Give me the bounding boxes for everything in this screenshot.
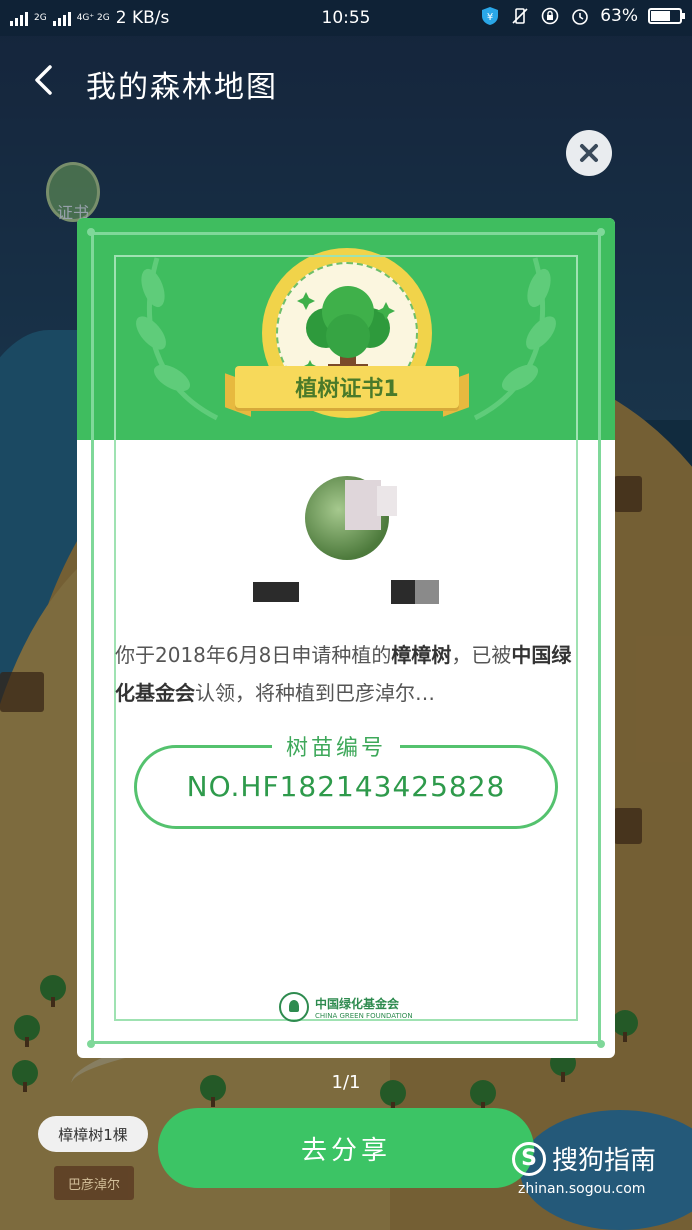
foundation-text: 中国绿化基金会 CHINA GREEN FOUNDATION bbox=[315, 995, 413, 1020]
foundation-name-cn: 中国绿化基金会 bbox=[315, 996, 400, 1011]
lock-rotation-icon bbox=[541, 7, 559, 25]
description-mid: ，已被 bbox=[451, 643, 512, 667]
watermark-cn-row: S 搜狗指南 bbox=[512, 1140, 656, 1177]
tree-name: 樟樟树 bbox=[391, 643, 452, 667]
avatar-pixelated-area bbox=[377, 486, 397, 516]
close-icon bbox=[580, 144, 598, 162]
svg-text:¥: ¥ bbox=[487, 12, 493, 23]
watermark-en: zhinan.sogou.com bbox=[518, 1181, 646, 1197]
close-button[interactable] bbox=[566, 130, 612, 176]
page-indicator: 1/1 bbox=[331, 1072, 361, 1093]
username-redacted bbox=[253, 582, 299, 602]
vibrate-off-icon bbox=[512, 8, 528, 24]
username-redacted bbox=[391, 580, 415, 604]
status-right: ¥ 63% bbox=[480, 6, 685, 26]
sogou-logo-icon: S bbox=[512, 1141, 546, 1176]
serial-number-label: 树苗编号 bbox=[272, 730, 401, 762]
certificate-side-button[interactable]: 证书 bbox=[46, 162, 100, 222]
avatar-pixelated-area bbox=[345, 480, 381, 530]
status-bar: 2G 4G⁺ 2G 2 KB/s 10:55 ¥ 63% bbox=[0, 0, 692, 36]
foundation-logo: 中国绿化基金会 CHINA GREEN FOUNDATION bbox=[279, 992, 413, 1022]
back-arrow-icon[interactable] bbox=[28, 62, 64, 98]
frame-corner-dot bbox=[87, 1040, 95, 1048]
frame-corner-dot bbox=[87, 228, 95, 236]
description-prefix: 你于2018年6月8日申请种植的 bbox=[115, 643, 392, 667]
shield-icon: ¥ bbox=[482, 7, 499, 25]
location-signpost: 巴彦淖尔 bbox=[54, 1166, 134, 1200]
page-title: 我的森林地图 bbox=[86, 70, 278, 105]
tree-count-tag[interactable]: 樟樟树1棵 bbox=[38, 1116, 148, 1152]
battery-percent: 63% bbox=[600, 6, 638, 26]
foundation-emblem-icon bbox=[279, 992, 309, 1022]
description-suffix: 认领，将种植到巴彦淖尔… bbox=[195, 681, 435, 705]
frame-corner-dot bbox=[597, 1040, 605, 1048]
watermark-cn: 搜狗指南 bbox=[552, 1146, 657, 1176]
alarm-icon bbox=[572, 9, 589, 25]
frame-corner-dot bbox=[597, 228, 605, 236]
serial-number-value: NO.HF182143425828 bbox=[186, 770, 506, 803]
username-redacted bbox=[415, 580, 439, 604]
battery-icon bbox=[648, 8, 685, 24]
certificate-description: 你于2018年6月8日申请种植的樟樟树，已被中国绿化基金会认领，将种植到巴彦淖尔… bbox=[115, 636, 585, 712]
share-button[interactable]: 去分享 bbox=[158, 1108, 534, 1188]
app-header: 我的森林地图 bbox=[0, 36, 692, 126]
foundation-name-en: CHINA GREEN FOUNDATION bbox=[315, 1011, 413, 1020]
certificate-card: 植树证书1 你于2018年6月8日申请种植的樟樟树，已被中国绿化基金会认领，将种… bbox=[77, 218, 615, 1058]
sogou-watermark: S 搜狗指南 zhinan.sogou.com bbox=[512, 1140, 656, 1197]
